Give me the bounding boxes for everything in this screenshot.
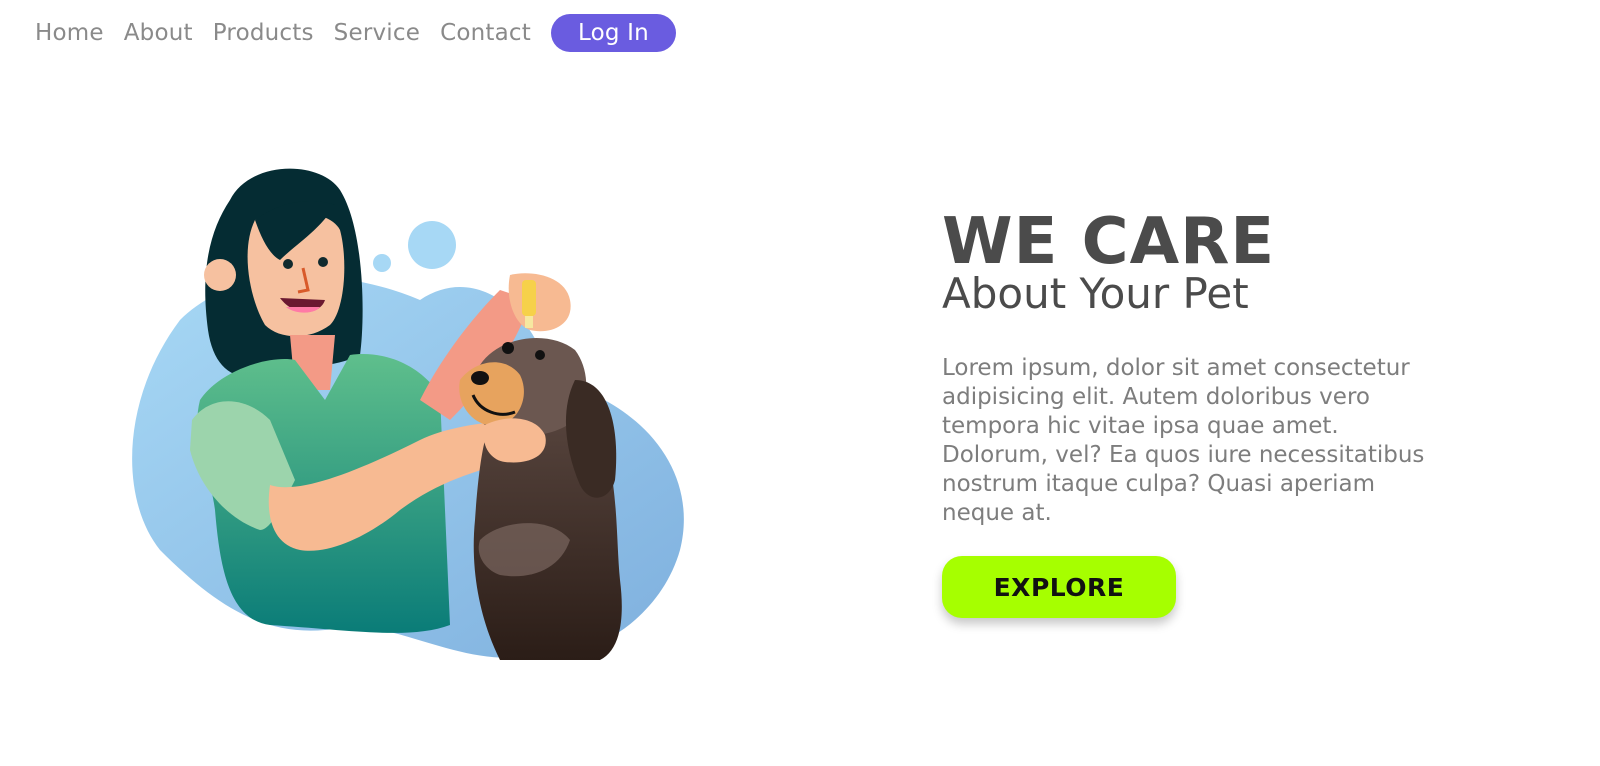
- explore-button[interactable]: EXPLORE: [942, 556, 1176, 618]
- hero-title: WE CARE: [942, 205, 1276, 279]
- woman-with-dog-icon: [132, 168, 684, 660]
- nav-service-link[interactable]: Service: [334, 20, 420, 46]
- nav-products-link[interactable]: Products: [213, 20, 314, 46]
- nav-home-link[interactable]: Home: [35, 20, 104, 46]
- login-button[interactable]: Log In: [550, 14, 676, 52]
- hero-text-block: WE CARE About Your Pet Lorem ipsum, dolo…: [942, 210, 1462, 528]
- nav-contact-link[interactable]: Contact: [440, 20, 531, 46]
- hero-subtitle: About Your Pet: [942, 269, 1249, 318]
- nav-about-link[interactable]: About: [124, 20, 193, 46]
- top-nav: Home About Products Service Contact Log …: [35, 14, 676, 52]
- hero-paragraph: Lorem ipsum, dolor sit amet consectetur …: [942, 355, 1425, 526]
- pet-care-illustration: [120, 150, 700, 690]
